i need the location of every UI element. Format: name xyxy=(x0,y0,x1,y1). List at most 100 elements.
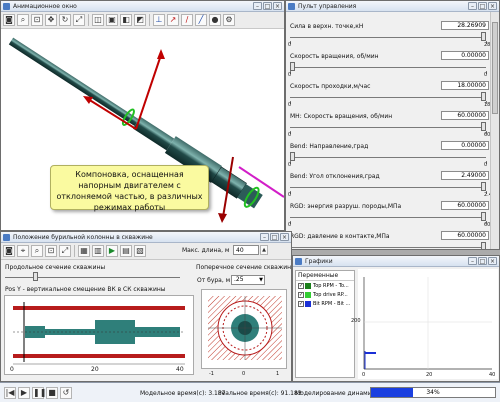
close-button[interactable]: × xyxy=(488,2,497,10)
param-slider-track[interactable] xyxy=(290,67,486,68)
param-slider-track[interactable] xyxy=(290,157,486,158)
param-max-label: 0 xyxy=(484,72,488,78)
param-value-field[interactable]: 0.00000 xyxy=(441,51,489,60)
param-value-field[interactable]: 18.00000 xyxy=(441,81,489,90)
param-slider-knob[interactable] xyxy=(481,212,486,221)
param-slider-track[interactable] xyxy=(290,97,486,98)
zoom-icon[interactable]: ⌕ xyxy=(17,14,29,26)
force-vector-icon[interactable]: ↗ xyxy=(167,14,179,26)
close-button[interactable]: × xyxy=(488,257,497,265)
step-back-icon[interactable]: |◀ xyxy=(4,387,16,399)
param-label: Bend: Направление,град xyxy=(290,143,369,150)
distance-select[interactable]: .25 ▼ xyxy=(231,275,265,285)
camera-icon[interactable]: ◙ xyxy=(3,14,15,26)
variable-item[interactable]: ✓ Top drive RP... xyxy=(296,290,354,299)
param-slider-track[interactable] xyxy=(290,37,486,38)
close-button[interactable]: × xyxy=(273,2,282,10)
view-iso-icon[interactable]: ◩ xyxy=(134,14,146,26)
line-tool-icon[interactable]: ╱ xyxy=(195,14,207,26)
x-tick-label: 0 xyxy=(362,372,366,378)
spin-up-icon[interactable]: ▲ xyxy=(260,245,268,255)
position-toolbar: ◙ ⌖ ⌕ ⊡ ⤢ ▦ ▥ ▶ ▤ ▧ Макс. длина, м ▲ xyxy=(1,243,291,260)
play-icon[interactable]: ▶ xyxy=(106,245,118,257)
variable-item[interactable]: ✓ Bit RPM - Bit ... xyxy=(296,299,354,308)
settings-icon[interactable]: ⚙ xyxy=(223,14,235,26)
cross-tick-label: 0 xyxy=(242,371,246,377)
pause-icon[interactable]: ❚❚ xyxy=(32,387,46,399)
control-panel-titlebar[interactable]: Пульт управления – □ × xyxy=(286,1,499,12)
axes-icon[interactable]: ⊥ xyxy=(153,14,165,26)
maximize-button[interactable]: □ xyxy=(478,257,487,265)
param-slider-knob[interactable] xyxy=(481,92,486,101)
param-slider-knob[interactable] xyxy=(481,122,486,131)
minimize-button[interactable]: – xyxy=(468,257,477,265)
param-slider-track[interactable] xyxy=(290,217,486,218)
zoom-region-icon[interactable]: ⊡ xyxy=(31,14,43,26)
scrollbar-thumb[interactable] xyxy=(492,22,498,114)
view-front-icon[interactable]: ▣ xyxy=(106,14,118,26)
variable-item[interactable]: ✓ Top RPM - To... xyxy=(296,281,354,290)
maximize-button[interactable]: □ xyxy=(263,2,272,10)
max-length-input[interactable] xyxy=(233,245,259,255)
param-slider-knob[interactable] xyxy=(481,242,486,249)
chart-icon[interactable]: ▤ xyxy=(120,245,132,257)
param-slider-track[interactable] xyxy=(290,127,486,128)
distance-value: .25 xyxy=(234,276,244,283)
zoom-region-icon[interactable]: ⊡ xyxy=(45,245,57,257)
param-slider-track[interactable] xyxy=(290,187,486,188)
control-panel-scrollbar[interactable] xyxy=(490,12,499,249)
param-label: Сила в верхн. точке,кН xyxy=(290,23,364,30)
view-side-icon[interactable]: ◧ xyxy=(120,14,132,26)
layout-icon[interactable]: ▧ xyxy=(134,245,146,257)
param-slider-knob[interactable] xyxy=(290,152,295,161)
fit-view-icon[interactable]: ⤢ xyxy=(73,14,85,26)
close-button[interactable]: × xyxy=(280,233,289,241)
animation-window-titlebar[interactable]: Анимационное окно – □ × xyxy=(1,1,284,12)
stop-icon[interactable]: ■ xyxy=(46,387,58,399)
cross-section-plot[interactable] xyxy=(201,289,287,369)
param-value-field[interactable]: 2.49000 xyxy=(441,171,489,180)
pin-icon[interactable]: ⌖ xyxy=(17,245,29,257)
trace-icon[interactable]: ∕ xyxy=(181,14,193,26)
position-window-titlebar[interactable]: Положение бурильной колонны в скважине –… xyxy=(1,232,291,243)
long-section-slider-knob[interactable] xyxy=(33,272,38,281)
columns-icon[interactable]: ▥ xyxy=(92,245,104,257)
checkbox-icon[interactable]: ✓ xyxy=(298,300,304,307)
y-tick-label: 200 xyxy=(351,318,361,324)
param-slider-track[interactable] xyxy=(290,247,486,248)
param-slider-knob[interactable] xyxy=(481,32,486,41)
arrow-head-icon xyxy=(157,49,165,59)
zoom-icon[interactable]: ⌕ xyxy=(31,245,43,257)
scene-caption: Компоновка, оснащенная напорным двигател… xyxy=(50,165,209,212)
graph-plot[interactable] xyxy=(358,269,498,379)
checkbox-icon[interactable]: ✓ xyxy=(298,282,304,289)
record-icon[interactable]: ● xyxy=(209,14,221,26)
maximize-button[interactable]: □ xyxy=(478,2,487,10)
grid-icon[interactable]: ▦ xyxy=(78,245,90,257)
model-time-label: Модельное время(с): 3.187 xyxy=(140,390,226,397)
fit-view-icon[interactable]: ⤢ xyxy=(59,245,71,257)
minimize-button[interactable]: – xyxy=(260,233,269,241)
maximize-button[interactable]: □ xyxy=(270,233,279,241)
minimize-button[interactable]: – xyxy=(468,2,477,10)
graphs-window-titlebar[interactable]: Графики – □ × xyxy=(293,256,499,267)
param-value-field[interactable]: 0.00000 xyxy=(441,141,489,150)
param-slider-knob[interactable] xyxy=(481,182,486,191)
reset-icon[interactable]: ↺ xyxy=(60,387,72,399)
param-slider-knob[interactable] xyxy=(290,62,295,71)
chevron-down-icon: ▼ xyxy=(259,277,263,283)
param-value-field[interactable]: 60.00000 xyxy=(441,111,489,120)
play-icon[interactable]: ▶ xyxy=(18,387,30,399)
param-value-field[interactable]: 60.00000 xyxy=(441,201,489,210)
param-value-field[interactable]: 28.26909 xyxy=(441,21,489,30)
camera-icon[interactable]: ◙ xyxy=(3,245,15,257)
long-section-plot[interactable] xyxy=(4,295,194,375)
rotate-icon[interactable]: ↻ xyxy=(59,14,71,26)
minimize-button[interactable]: – xyxy=(253,2,262,10)
checkbox-icon[interactable]: ✓ xyxy=(298,291,304,298)
long-section-slider-track[interactable] xyxy=(5,277,180,278)
pan-icon[interactable]: ✥ xyxy=(45,14,57,26)
param-value-field[interactable]: 60.00000 xyxy=(441,231,489,240)
view-cube-icon[interactable]: ◫ xyxy=(92,14,104,26)
drill-pipe-upper xyxy=(8,37,139,127)
